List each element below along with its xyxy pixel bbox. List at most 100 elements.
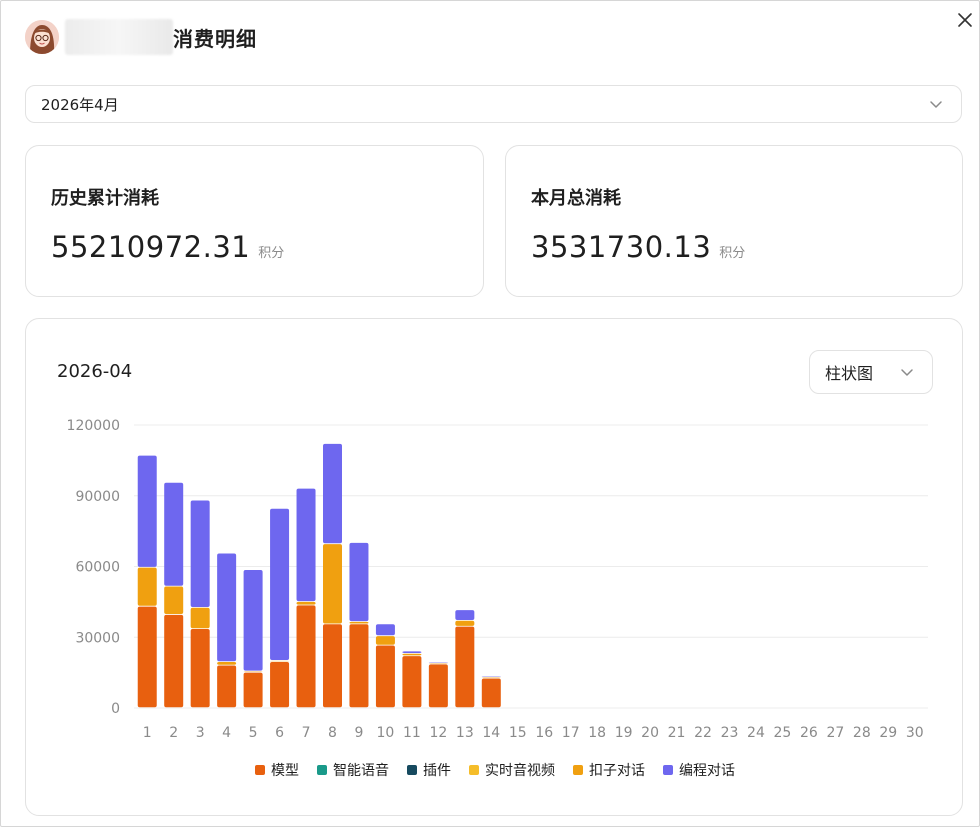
x-tick-label: 17 (562, 725, 580, 741)
x-tick-label: 6 (275, 725, 284, 741)
legend-item[interactable]: 智能语音 (317, 760, 389, 780)
bar-segment[interactable] (217, 662, 237, 665)
bar-segment[interactable] (428, 664, 448, 708)
bar-segment[interactable] (243, 672, 263, 708)
bar-segment[interactable] (217, 553, 237, 662)
bar-segment[interactable] (375, 645, 395, 708)
x-tick-label: 21 (668, 725, 686, 741)
history-total-label: 历史累计消耗 (51, 188, 159, 209)
y-tick-label: 30000 (75, 630, 120, 646)
bar-segment[interactable] (323, 624, 342, 708)
blurred-username (65, 19, 173, 55)
bar-segment[interactable] (296, 488, 316, 602)
x-tick-label: 1 (143, 725, 152, 741)
month-total-value-row: 3531730.13 积分 (531, 230, 745, 264)
bar-segment[interactable] (190, 607, 210, 629)
bar-segment[interactable] (402, 651, 422, 653)
month-total-value: 3531730.13 (531, 230, 712, 264)
x-tick-label: 15 (509, 725, 527, 741)
legend-item[interactable]: 实时音视频 (469, 760, 555, 780)
x-tick-label: 16 (535, 725, 553, 741)
legend-swatch (663, 765, 673, 775)
avatar-image (25, 20, 59, 54)
bar-segment[interactable] (455, 620, 475, 626)
legend-swatch (255, 765, 265, 775)
bar-segment[interactable] (349, 624, 369, 708)
legend-label: 插件 (423, 763, 451, 779)
month-select-value: 2026年4月 (41, 95, 119, 114)
bar-segment[interactable] (296, 601, 316, 605)
history-total-card: 历史累计消耗 55210972.31 积分 (25, 145, 484, 297)
x-tick-label: 19 (615, 725, 633, 741)
legend-item[interactable]: 插件 (407, 760, 451, 780)
x-tick-label: 8 (328, 725, 337, 741)
dialog-header: 消费明细 (25, 19, 257, 55)
legend-item[interactable]: 扣子对话 (573, 760, 645, 780)
x-tick-label: 2 (169, 725, 178, 741)
chevron-down-icon (930, 101, 942, 108)
legend-label: 扣子对话 (589, 763, 645, 779)
legend-label: 智能语音 (333, 763, 389, 779)
month-total-label: 本月总消耗 (531, 188, 621, 209)
x-tick-label: 23 (721, 725, 739, 741)
x-tick-label: 24 (747, 725, 765, 741)
history-total-unit: 积分 (258, 246, 285, 261)
bar-segment[interactable] (217, 665, 237, 708)
x-tick-label: 25 (774, 725, 792, 741)
x-tick-label: 20 (641, 725, 659, 741)
x-tick-label: 18 (588, 725, 606, 741)
x-tick-label: 9 (355, 725, 364, 741)
y-tick-label: 90000 (75, 489, 120, 505)
x-tick-label: 7 (302, 725, 311, 741)
legend-swatch (317, 765, 327, 775)
x-tick-label: 29 (879, 725, 897, 741)
x-tick-label: 26 (800, 725, 818, 741)
bar-segment[interactable] (270, 662, 290, 708)
month-total-unit: 积分 (719, 246, 746, 261)
chart-legend: 模型 智能语音 插件 实时音视频 扣子对话 编程对话 (26, 760, 964, 780)
bar-segment[interactable] (296, 605, 316, 708)
bar-segment[interactable] (137, 606, 157, 708)
legend-swatch (407, 765, 417, 775)
chart-card: 2026-04 柱状图 120000 90000 60000 30000 0 1 2 3 4 5 6… (25, 318, 963, 816)
legend-item[interactable]: 编程对话 (663, 760, 735, 780)
bar-segment[interactable] (375, 624, 395, 636)
x-tick-label: 27 (826, 725, 844, 741)
bar-segment[interactable] (323, 443, 342, 544)
bar-segment[interactable] (375, 636, 395, 645)
bar-segment[interactable] (455, 610, 475, 620)
legend-label: 编程对话 (679, 763, 735, 779)
x-tick-label: 22 (694, 725, 712, 741)
x-tick-label: 3 (196, 725, 205, 741)
bar-segment[interactable] (402, 653, 422, 656)
bar-segment[interactable] (349, 621, 369, 624)
bar-segment[interactable] (481, 678, 501, 708)
y-tick-label: 60000 (75, 560, 120, 576)
y-tick-label: 120000 (67, 418, 120, 434)
bar-segment[interactable] (164, 614, 184, 708)
avatar (25, 20, 59, 54)
close-button[interactable] (955, 10, 975, 30)
x-tick-label: 11 (403, 725, 421, 741)
x-tick-label: 12 (429, 725, 447, 741)
x-tick-label: 10 (377, 725, 395, 741)
bar-segment[interactable] (349, 542, 369, 622)
bar-segment[interactable] (164, 586, 184, 615)
bar-segment[interactable] (323, 544, 342, 624)
legend-swatch (573, 765, 583, 775)
bar-segment[interactable] (455, 626, 475, 708)
bar-segment[interactable] (137, 567, 157, 606)
bar-segment[interactable] (190, 628, 210, 708)
bar-segment[interactable] (137, 455, 157, 567)
month-select[interactable]: 2026年4月 (25, 85, 962, 123)
bar-segment[interactable] (243, 570, 263, 671)
x-tick-label: 13 (456, 725, 474, 741)
legend-item[interactable]: 模型 (255, 760, 299, 780)
bar-segment[interactable] (270, 508, 290, 661)
history-total-value: 55210972.31 (51, 230, 251, 264)
bar-segment[interactable] (402, 656, 422, 708)
legend-label: 模型 (271, 763, 299, 779)
bar-segment[interactable] (164, 482, 184, 586)
bar-segment[interactable] (190, 500, 210, 607)
x-tick-label: 30 (906, 725, 924, 741)
